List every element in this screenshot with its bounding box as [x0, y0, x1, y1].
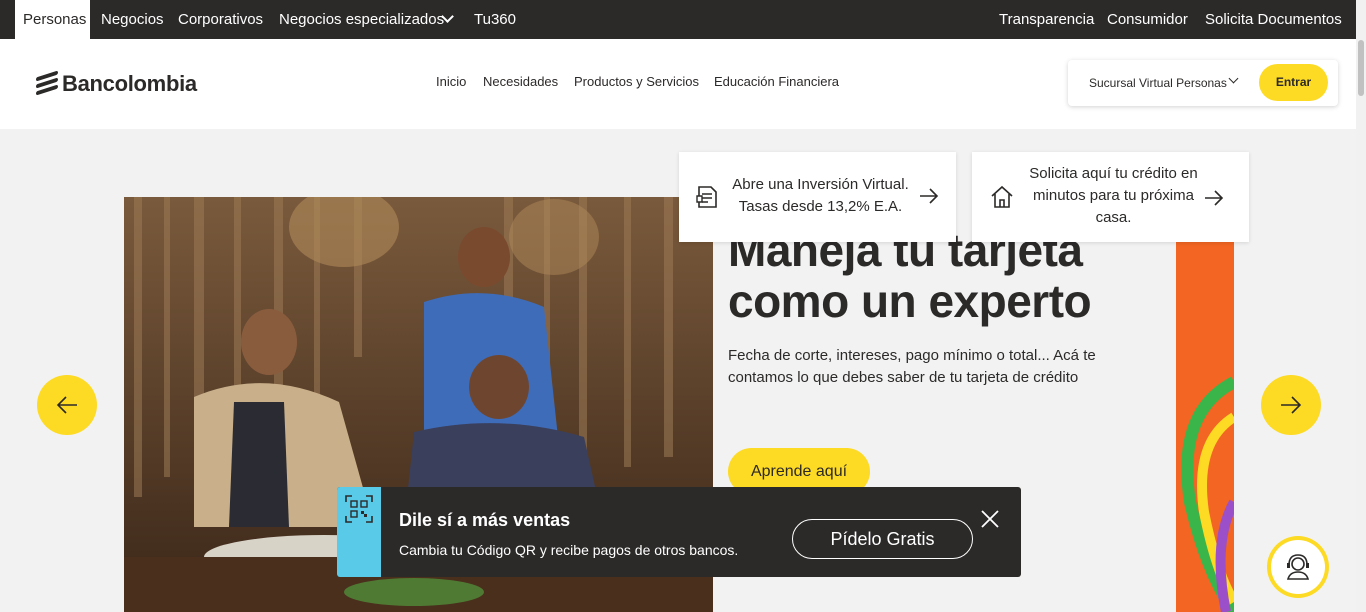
arrow-right-icon [1281, 396, 1302, 414]
scrollbar-thumb[interactable] [1358, 40, 1364, 96]
help-chat-button[interactable] [1267, 536, 1329, 598]
logo-text: Bancolombia [62, 71, 197, 96]
main-header: Bancolombia Inicio Necesidades Productos… [0, 39, 1356, 129]
next-slide-preview [1176, 242, 1234, 612]
nav-productos-servicios[interactable]: Productos y Servicios [574, 74, 699, 89]
quick-card-line: Solicita aquí tu crédito en [1029, 165, 1198, 182]
quick-card-line: minutos para tu próxima [1033, 187, 1194, 204]
carousel-prev-button[interactable] [37, 375, 97, 435]
quick-card-credito[interactable]: Solicita aquí tu crédito en minutos para… [972, 152, 1249, 242]
promo-subtitle: Cambia tu Código QR y recibe pagos de ot… [399, 542, 739, 558]
segment-negocios[interactable]: Negocios [101, 0, 164, 39]
quick-card-text: Abre una Inversión Virtual. Tasas desde … [723, 174, 918, 218]
segment-tu360[interactable]: Tu360 [474, 0, 516, 39]
qr-strip [337, 487, 381, 577]
sucursal-label: Sucursal Virtual Personas [1089, 76, 1227, 90]
support-agent-icon [1286, 554, 1310, 580]
document-icon [696, 186, 717, 208]
hero-description: Fecha de corte, intereses, pago mínimo o… [728, 347, 1096, 386]
top-segment-bar: Personas Negocios Corporativos Negocios … [0, 0, 1356, 39]
close-icon[interactable] [980, 509, 1000, 529]
nav-necesidades[interactable]: Necesidades [483, 74, 558, 89]
house-icon [991, 185, 1013, 208]
qr-code-icon [345, 495, 373, 523]
page-scrollbar[interactable] [1356, 0, 1366, 612]
arrow-right-icon [1205, 190, 1224, 206]
arrow-left-icon [56, 396, 77, 414]
segment-corporativos[interactable]: Corporativos [178, 0, 263, 39]
pidelo-gratis-button[interactable]: Pídelo Gratis [792, 519, 973, 559]
sucursal-virtual-selector[interactable]: Sucursal Virtual Personas Entrar [1068, 60, 1338, 106]
hero-title-line: como un experto [728, 275, 1092, 327]
promo-banner: Dile sí a más ventas Cambia tu Código QR… [337, 487, 1021, 577]
quick-card-line: Abre una Inversión Virtual. [732, 176, 909, 193]
link-consumidor[interactable]: Consumidor [1107, 0, 1188, 39]
segment-personas[interactable]: Personas [15, 0, 90, 39]
quick-card-text: Solicita aquí tu crédito en minutos para… [1016, 163, 1211, 229]
link-transparencia[interactable]: Transparencia [999, 0, 1094, 39]
link-solicita-documentos[interactable]: Solicita Documentos [1205, 0, 1342, 39]
logo-mark-icon [36, 70, 58, 96]
segment-negocios-especializados[interactable]: Negocios especializados [279, 0, 444, 39]
chevron-down-icon[interactable] [1228, 73, 1239, 84]
quick-card-line: Tasas desde 13,2% E.A. [738, 198, 903, 215]
nav-educacion-financiera[interactable]: Educación Financiera [714, 74, 839, 89]
arrow-right-icon [920, 188, 939, 204]
nav-inicio[interactable]: Inicio [436, 74, 466, 89]
promo-title: Dile sí a más ventas [399, 510, 571, 530]
carousel-next-button[interactable] [1261, 375, 1321, 435]
quick-card-inversion[interactable]: Abre una Inversión Virtual. Tasas desde … [679, 152, 956, 242]
entrar-button[interactable]: Entrar [1259, 64, 1328, 101]
quick-card-line: casa. [1095, 209, 1132, 226]
